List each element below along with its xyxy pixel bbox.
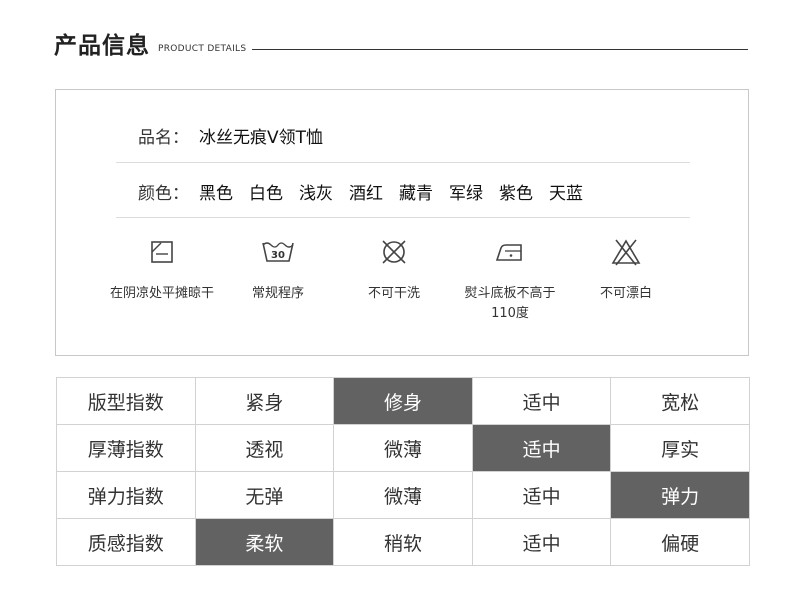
care-item-shade-dry: 在阴凉处平摊晾干: [106, 230, 218, 304]
product-info-box: 品名： 冰丝无痕V领T恤 颜色： 黑色 白色 浅灰 酒红 藏青 军绿 紫色 天蓝…: [55, 89, 749, 356]
info-divider: [116, 217, 690, 218]
color-option: 浅灰: [299, 183, 333, 204]
index-option: 宽松: [610, 377, 750, 425]
product-name-value: 冰丝无痕V领T恤: [199, 127, 324, 148]
index-row: 厚薄指数 透视 微薄 适中 厚实: [56, 424, 750, 472]
index-option: 无弹: [194, 471, 335, 519]
index-option: 适中: [471, 471, 612, 519]
care-instructions: 在阴凉处平摊晾干 30 常规程序 不可干洗 熨斗底板不高于110度 不可漂白: [106, 230, 686, 330]
care-label: 不可漂白: [599, 286, 652, 301]
header-divider: [252, 49, 748, 50]
color-option: 天蓝: [549, 183, 583, 204]
color-option: 黑色: [199, 183, 233, 204]
index-label: 弹力指数: [56, 471, 196, 519]
no-dry-clean-icon: [382, 240, 406, 264]
care-label: 熨斗底板不高于110度: [464, 286, 556, 321]
care-item-wash: 30 常规程序: [222, 230, 334, 304]
index-option: 适中: [471, 377, 612, 425]
index-option: 透视: [194, 424, 335, 472]
care-item-no-bleach: 不可漂白: [570, 230, 682, 304]
index-option: 适中: [471, 518, 612, 566]
index-option: 偏硬: [610, 518, 750, 566]
color-option: 藏青: [399, 183, 433, 204]
svg-text:30: 30: [271, 250, 285, 261]
index-option: 修身: [333, 377, 473, 425]
index-option: 微薄: [333, 424, 473, 472]
product-colors-label: 颜色：: [138, 183, 189, 204]
index-label: 厚薄指数: [56, 424, 196, 472]
iron-icon: [495, 244, 522, 261]
shade-dry-flat-icon: [151, 241, 173, 263]
section-subtitle: PRODUCT DETAILS: [158, 44, 247, 54]
index-option: 稍软: [333, 518, 473, 566]
index-option: 柔软: [194, 518, 335, 566]
fit-index-table: 版型指数 紧身 修身 适中 宽松 厚薄指数 透视 微薄 适中 厚实 弹力指数 无弹 微薄 适中 弹力 质感指数…: [56, 377, 750, 566]
color-option: 紫色: [499, 183, 533, 204]
index-option: 微薄: [333, 471, 473, 519]
index-row: 版型指数 紧身 修身 适中 宽松: [56, 377, 750, 425]
info-divider: [116, 162, 690, 163]
section-title: 产品信息: [54, 33, 150, 59]
care-item-iron: 熨斗底板不高于110度: [454, 230, 566, 324]
index-option: 紧身: [194, 377, 335, 425]
care-item-no-dry-clean: 不可干洗: [338, 230, 450, 304]
product-name-row: 品名： 冰丝无痕V领T恤: [138, 120, 712, 150]
product-colors-row: 颜色： 黑色 白色 浅灰 酒红 藏青 军绿 紫色 天蓝: [138, 176, 712, 206]
section-header: 产品信息 PRODUCT DETAILS: [54, 24, 748, 60]
index-row: 弹力指数 无弹 微薄 适中 弹力: [56, 471, 750, 519]
index-option: 适中: [471, 424, 612, 472]
index-row: 质感指数 柔软 稍软 适中 偏硬: [56, 518, 750, 566]
index-label: 版型指数: [56, 377, 196, 425]
index-option: 厚实: [610, 424, 750, 472]
care-label: 不可干洗: [367, 286, 420, 301]
index-label: 质感指数: [56, 518, 196, 566]
care-label: 常规程序: [251, 286, 304, 301]
index-option: 弹力: [610, 471, 750, 519]
color-option: 军绿: [449, 183, 483, 204]
product-name-label: 品名：: [138, 127, 189, 148]
no-bleach-icon: [611, 239, 641, 266]
care-label: 在阴凉处平摊晾干: [109, 286, 214, 301]
color-option: 白色: [249, 183, 283, 204]
color-option: 酒红: [349, 183, 383, 204]
wash-30-icon: 30: [262, 242, 294, 262]
